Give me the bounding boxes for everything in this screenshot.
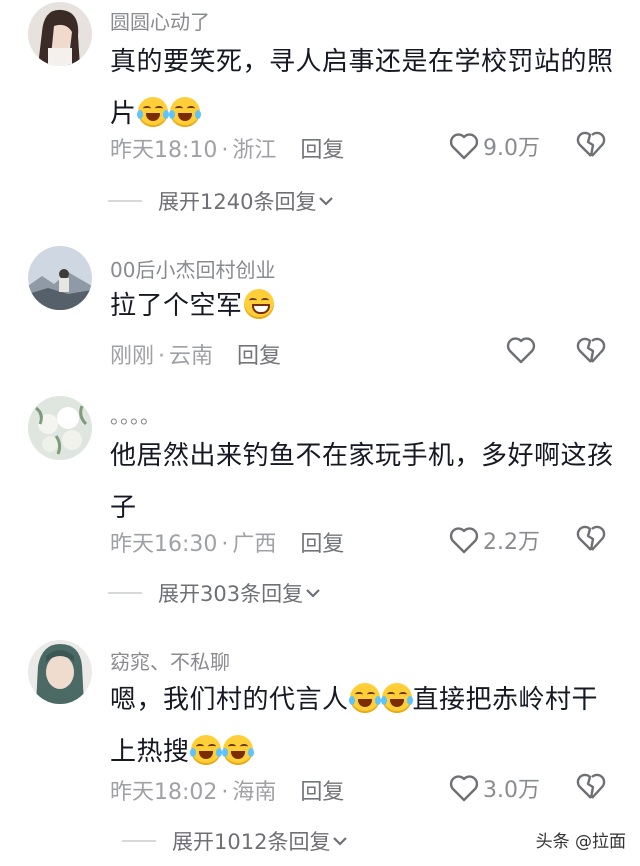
reply-button[interactable]: 回复 <box>237 344 281 369</box>
like-count: 3.0万 <box>483 778 540 803</box>
chevron-down-icon <box>319 197 334 206</box>
watermark: 头条 @拉面 <box>535 832 626 852</box>
reply-button[interactable]: 回复 <box>300 138 344 163</box>
reply-button[interactable]: 回复 <box>300 780 344 805</box>
broken-heart-icon <box>576 773 606 799</box>
heart-icon <box>449 775 479 802</box>
comment-text: 他居然出来钓鱼不在家玩手机，多好啊这孩子 <box>110 430 620 534</box>
laugh-cry-emoji <box>189 735 222 765</box>
comment-location: 浙江 <box>232 138 277 163</box>
dislike-button[interactable] <box>576 524 606 556</box>
comment-location: 海南 <box>232 780 277 805</box>
laugh-cry-emoji <box>136 97 169 127</box>
comment-location: 广西 <box>232 532 277 557</box>
expand-replies-label: 展开303条回复 <box>158 582 304 606</box>
comment-time: 昨天18:02 <box>110 780 218 805</box>
comment-location: 云南 <box>169 344 214 369</box>
username[interactable]: 窈窕、不私聊 <box>110 646 230 675</box>
comment-meta: 昨天18:10 · 浙江 回复 <box>110 132 344 164</box>
separator: · <box>221 780 229 805</box>
like-button[interactable]: 9.0万 <box>449 130 540 162</box>
grin-emoji <box>243 289 274 319</box>
avatar[interactable] <box>28 396 92 460</box>
avatar[interactable] <box>28 2 92 66</box>
dislike-button[interactable] <box>576 336 606 368</box>
separator: · <box>221 138 229 163</box>
reply-button[interactable]: 回复 <box>300 532 344 557</box>
like-button[interactable]: 3.0万 <box>449 772 540 804</box>
divider-line <box>108 200 142 202</box>
laugh-cry-emoji <box>221 735 254 765</box>
expand-replies-button[interactable]: 展开303条回复 <box>108 578 323 608</box>
comment-text-content: 嗯，我们村的代言人 <box>110 685 349 715</box>
comment-text: 拉了个空军 <box>110 280 620 332</box>
comment-text-content: 拉了个空军 <box>110 291 243 321</box>
broken-heart-icon <box>576 525 606 551</box>
comment-text-content: 他居然出来钓鱼不在家玩手机，多好啊这孩子 <box>110 441 614 523</box>
divider-line <box>122 840 156 842</box>
username[interactable]: 圆圆心动了 <box>110 6 210 35</box>
separator: · <box>221 532 229 557</box>
comment-text: 真的要笑死，寻人启事还是在学校罚站的照片 <box>110 36 620 140</box>
dislike-button[interactable] <box>576 130 606 162</box>
laugh-cry-emoji <box>168 97 201 127</box>
like-count: 2.2万 <box>483 530 540 555</box>
username[interactable]: 。。。。 <box>110 400 160 429</box>
comment-meta: 昨天16:30 · 广西 回复 <box>110 526 344 558</box>
comment-meta: 昨天18:02 · 海南 回复 <box>110 774 344 806</box>
expand-replies-label: 展开1012条回复 <box>172 830 331 854</box>
comment-text: 嗯，我们村的代言人 直接把赤岭村干上热搜 <box>110 674 620 778</box>
comment-meta: 刚刚 · 云南 回复 <box>110 338 281 370</box>
dislike-button[interactable] <box>576 772 606 804</box>
avatar[interactable] <box>28 246 92 310</box>
avatar[interactable] <box>28 640 92 704</box>
expand-replies-button[interactable]: 展开1240条回复 <box>108 186 336 216</box>
heart-icon <box>449 133 479 160</box>
expand-replies-label: 展开1240条回复 <box>158 190 317 214</box>
like-button[interactable]: 2.2万 <box>449 524 540 556</box>
chevron-down-icon <box>333 837 348 846</box>
expand-replies-button[interactable]: 展开1012条回复 <box>122 826 350 856</box>
divider-line <box>108 592 142 594</box>
laugh-cry-emoji <box>348 683 381 713</box>
heart-icon <box>449 527 479 554</box>
comment-time: 刚刚 <box>110 344 155 369</box>
like-count: 9.0万 <box>483 136 540 161</box>
heart-icon <box>506 337 536 364</box>
comment-time: 昨天16:30 <box>110 532 218 557</box>
like-button[interactable] <box>506 336 540 364</box>
broken-heart-icon <box>576 131 606 157</box>
broken-heart-icon <box>576 337 606 363</box>
comment-time: 昨天18:10 <box>110 138 218 163</box>
chevron-down-icon <box>306 589 320 598</box>
username[interactable]: 00后小杰回村创业 <box>110 254 275 283</box>
laugh-cry-emoji <box>380 683 413 713</box>
separator: · <box>158 344 166 369</box>
